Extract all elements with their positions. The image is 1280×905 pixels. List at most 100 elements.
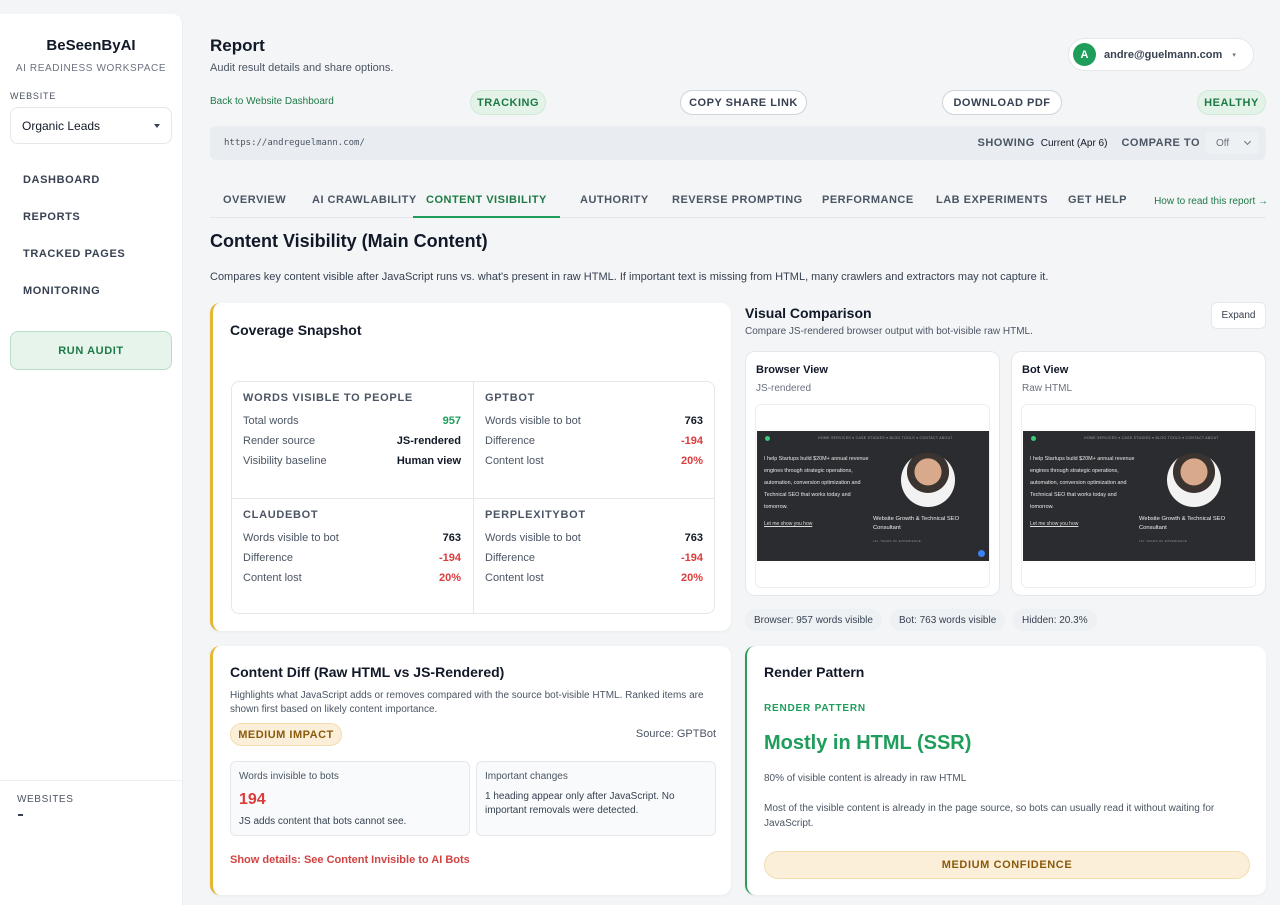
preview-role: Website Growth & Technical SEO Consultan… <box>873 516 960 531</box>
preview-role: Website Growth & Technical SEO Consultan… <box>1139 516 1226 531</box>
run-audit-button[interactable]: RUN AUDIT <box>10 331 172 370</box>
tab-reverse-prompting[interactable]: REVERSE PROMPTING <box>672 183 803 218</box>
browser-view-title: Browser View <box>756 364 828 376</box>
tab-overview[interactable]: OVERVIEW <box>223 183 286 218</box>
perplexitybot-cell: PERPLEXITYBOT Words visible to bot 763 Di… <box>485 509 703 588</box>
site-logo-icon <box>1031 436 1036 441</box>
preview-cta: Let me show you how <box>764 521 813 527</box>
sidebar-item-tracked-pages[interactable]: TRACKED PAGES <box>0 236 182 273</box>
metric-label: Words visible to bot <box>485 532 581 544</box>
visual-comparison-title: Visual Comparison <box>745 305 872 321</box>
page-title: Report <box>210 36 265 55</box>
metric-label: Words visible to bot <box>243 532 339 544</box>
metric-label: Words visible to bot <box>485 415 581 427</box>
caret-down-icon: ▾ <box>1232 51 1236 59</box>
tab-get-help[interactable]: GET HELP <box>1068 183 1127 218</box>
compare-select[interactable]: Off <box>1206 132 1258 154</box>
hidden-percent-chip: Hidden: 20.3% <box>1013 609 1097 631</box>
sidebar-item-reports[interactable]: REPORTS <box>0 199 182 236</box>
how-to-read-report-link[interactable]: How to read this report → <box>1154 183 1268 220</box>
metric-value: 20% <box>680 572 703 584</box>
render-pattern-title: Render Pattern <box>764 664 865 680</box>
metric-value: -194 <box>680 435 703 447</box>
showing-value: Current (Apr 6) <box>1040 137 1108 149</box>
preview-hero-text: I help Startups build $20M+ annual reven… <box>764 456 869 510</box>
metric-value: 763 <box>442 532 461 544</box>
avatar: A <box>1073 43 1096 66</box>
metric-label: Difference <box>485 435 535 447</box>
gptbot-cell: GPTBOT Words visible to bot 763 Differenc… <box>485 392 703 471</box>
content-diff-card: Content Diff (Raw HTML vs JS-Rendered) H… <box>210 646 731 895</box>
metric-label: Content lost <box>485 572 544 584</box>
coverage-snapshot-title: Coverage Snapshot <box>230 322 362 338</box>
metric-value: JS-rendered <box>396 435 461 447</box>
websites-section: WEBSITES <box>0 780 182 816</box>
visual-comparison-subtitle: Compare JS-rendered browser output with … <box>745 326 1033 337</box>
section-title: Content Visibility (Main Content) <box>210 231 488 251</box>
important-changes-box: Important changes 1 heading appear only … <box>476 761 716 836</box>
browser-view-card: Browser View JS-rendered HOME SERVICES ▾… <box>745 351 1000 596</box>
cell-heading: WORDS VISIBLE TO PEOPLE <box>243 392 413 404</box>
download-pdf-button[interactable]: DOWNLOAD PDF <box>942 90 1062 115</box>
bot-screenshot-frame[interactable]: HOME SERVICES ▾ CASE STUDIES ▾ BLOG TOOL… <box>1021 404 1256 588</box>
metric-row: Content lost 20% <box>485 568 703 588</box>
preview-tagline: 15+ YEARS OF EXPERIENCE <box>1139 539 1188 543</box>
invisible-words-count: 194 <box>239 791 266 808</box>
invisible-words-note: JS adds content that bots cannot see. <box>239 816 407 827</box>
render-pattern-label: RENDER PATTERN <box>764 703 866 714</box>
metric-row: Visibility baseline Human view <box>243 451 461 471</box>
tab-content-visibility[interactable]: CONTENT VISIBILITY <box>413 183 560 218</box>
sidebar-item-dashboard[interactable]: DASHBOARD <box>0 162 182 199</box>
user-menu[interactable]: A andre@guelmann.com ▾ <box>1068 38 1254 71</box>
page-subtitle: Audit result details and share options. <box>210 62 394 74</box>
metric-value: 20% <box>438 572 461 584</box>
cell-heading: GPTBOT <box>485 392 536 404</box>
metric-row: Words visible to bot 763 <box>485 528 703 548</box>
portrait-photo <box>1167 453 1221 507</box>
portrait-photo <box>901 453 955 507</box>
metric-row: Difference -194 <box>485 431 703 451</box>
show-details-link[interactable]: Show details: See Content Invisible to A… <box>230 854 470 866</box>
metric-row: Words visible to bot 763 <box>243 528 461 548</box>
preview-nav: HOME SERVICES ▾ CASE STUDIES ▾ BLOG TOOL… <box>1084 436 1219 440</box>
showing-label: SHOWING <box>977 137 1035 149</box>
back-to-dashboard-link[interactable]: Back to Website Dashboard <box>210 96 334 107</box>
invisible-words-label: Words invisible to bots <box>239 771 339 782</box>
tab-lab-experiments[interactable]: LAB EXPERIMENTS <box>936 183 1048 218</box>
coverage-grid: WORDS VISIBLE TO PEOPLE Total words 957 R… <box>231 381 715 614</box>
metric-row: Difference -194 <box>485 548 703 568</box>
browser-words-chip: Browser: 957 words visible <box>745 609 882 631</box>
metric-row: Content lost 20% <box>485 451 703 471</box>
preview-cta: Let me show you how <box>1030 521 1079 527</box>
bot-screenshot: HOME SERVICES ▾ CASE STUDIES ▾ BLOG TOOL… <box>1023 431 1255 561</box>
claudebot-cell: CLAUDEBOT Words visible to bot 763 Differ… <box>243 509 461 588</box>
websites-label: WEBSITES <box>17 794 74 805</box>
compare-label: COMPARE TO <box>1121 137 1200 149</box>
metric-value: 763 <box>684 415 703 427</box>
browser-screenshot-frame[interactable]: HOME SERVICES ▾ CASE STUDIES ▾ BLOG TOOL… <box>755 404 990 588</box>
important-changes-label: Important changes <box>485 771 568 782</box>
tab-authority[interactable]: AUTHORITY <box>580 183 649 218</box>
tab-performance[interactable]: PERFORMANCE <box>822 183 914 218</box>
chat-widget-icon <box>978 550 985 557</box>
tab-ai-crawlability[interactable]: AI CRAWLABILITY <box>312 183 417 218</box>
preview-hero-text: I help Startups build $20M+ annual reven… <box>1030 456 1135 510</box>
important-changes-text: 1 heading appear only after JavaScript. … <box>485 791 675 816</box>
metric-label: Render source <box>243 435 316 447</box>
user-email: andre@guelmann.com <box>1104 48 1223 61</box>
expand-button[interactable]: Expand <box>1211 302 1266 329</box>
metric-label: Content lost <box>485 455 544 467</box>
content-diff-title: Content Diff (Raw HTML vs JS-Rendered) <box>230 664 505 680</box>
bot-words-chip: Bot: 763 words visible <box>890 609 1006 631</box>
copy-share-link-button[interactable]: COPY SHARE LINK <box>680 90 807 115</box>
website-select[interactable]: Organic Leads <box>10 107 172 144</box>
preview-tagline: 15+ YEARS OF EXPERIENCE <box>873 539 922 543</box>
compare-select-value: Off <box>1216 137 1230 149</box>
metric-row: Words visible to bot 763 <box>485 411 703 431</box>
tracking-badge: TRACKING <box>470 90 546 115</box>
cell-heading: PERPLEXITYBOT <box>485 509 586 521</box>
render-pattern-stat: 80% of visible content is already in raw… <box>764 773 967 784</box>
sidebar-item-monitoring[interactable]: MONITORING <box>0 273 182 310</box>
metric-value: 957 <box>442 415 461 427</box>
browser-view-subtitle: JS-rendered <box>756 383 812 394</box>
